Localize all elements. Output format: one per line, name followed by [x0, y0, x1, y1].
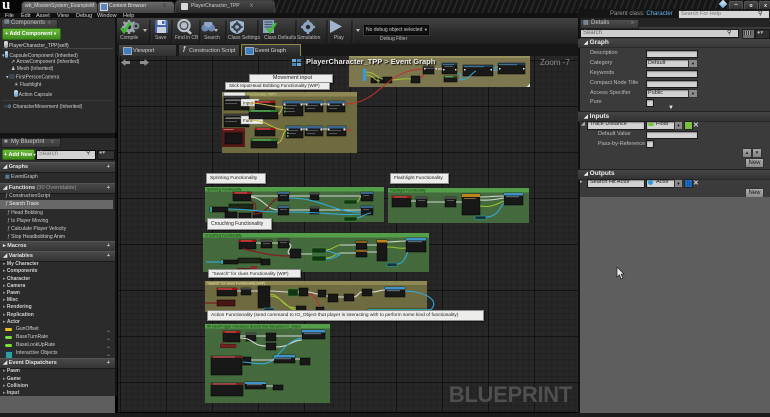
- svg-text:All Input/Trigger Interaction: All Input/Trigger Interaction (Event) th…: [207, 325, 301, 329]
- svg-text:"Search" for clues Functionali: "Search" for clues Functionality (WIP): [207, 281, 265, 285]
- svg-text:Flashlight Functionality: Flashlight Functionality: [390, 189, 426, 193]
- svg-text:Sprinting Functionality: Sprinting Functionality: [207, 188, 242, 192]
- svg-text:Crouching Functionality: Crouching Functionality: [205, 234, 242, 238]
